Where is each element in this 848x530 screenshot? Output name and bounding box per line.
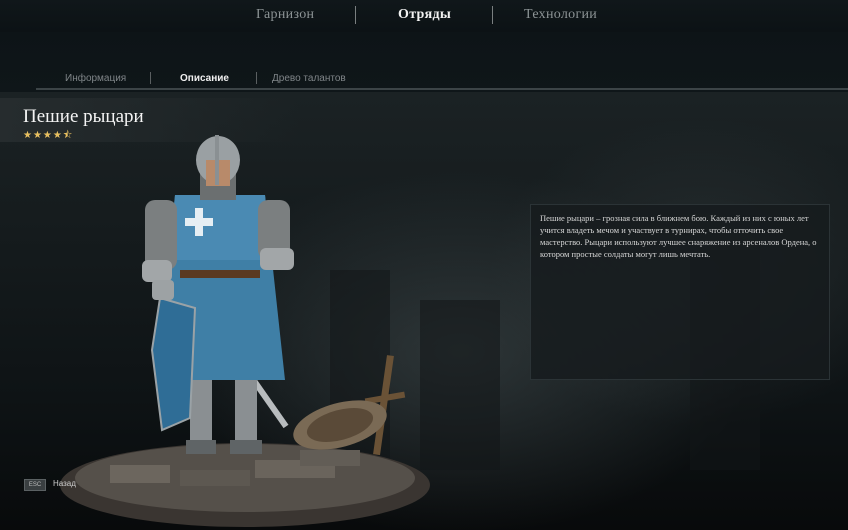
subtab-info[interactable]: Информация — [65, 73, 126, 84]
tab-divider — [492, 6, 493, 24]
knight-figure — [60, 135, 430, 527]
subtab-underline — [36, 88, 848, 90]
tab-divider — [355, 6, 356, 24]
subtab-description[interactable]: Описание — [180, 73, 229, 84]
subtab-talent-tree[interactable]: Древо талантов — [272, 73, 346, 84]
esc-key-icon[interactable]: ESC — [24, 479, 46, 491]
subtab-divider — [150, 72, 151, 84]
back-button[interactable]: Назад — [53, 479, 76, 488]
tab-technologies[interactable]: Технологии — [524, 7, 597, 23]
unit-description: Пешие рыцари – грозная сила в ближнем бо… — [540, 213, 817, 259]
tab-squads[interactable]: Отряды — [398, 7, 451, 23]
subtab-divider — [256, 72, 257, 84]
tab-garrison[interactable]: Гарнизон — [256, 7, 314, 23]
sub-navigation — [0, 32, 848, 92]
